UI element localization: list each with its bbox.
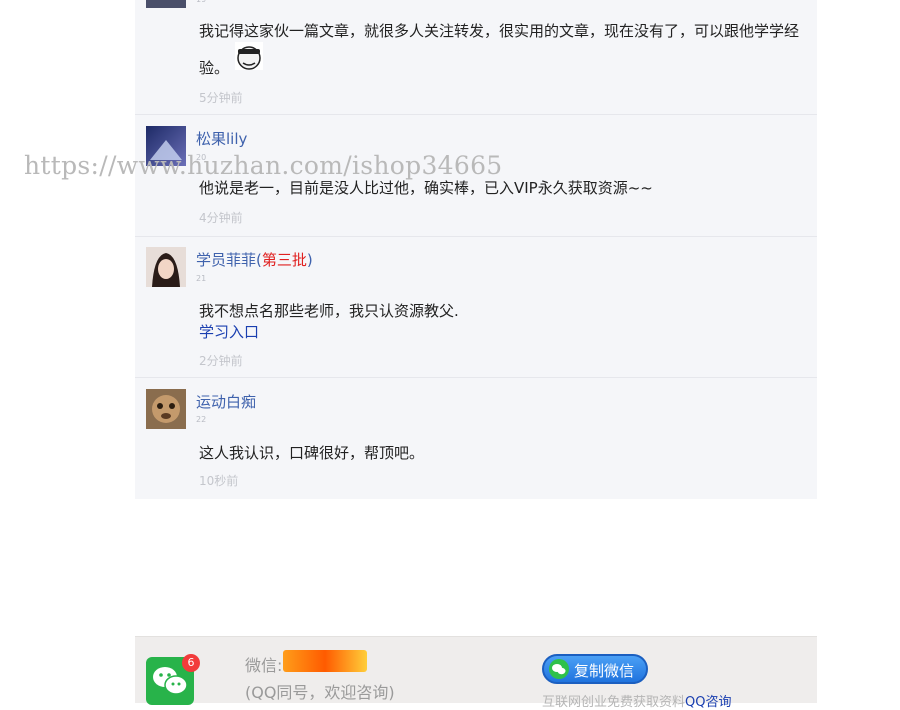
wechat-id-redacted xyxy=(283,650,367,672)
floor-number: 21 xyxy=(196,274,207,283)
comment-text: 我不想点名那些老师，我只认资源教父. xyxy=(199,302,459,320)
comment-time: 4分钟前 xyxy=(199,211,243,225)
comment-text: 我记得这家伙一篇文章，就很多人关注转发，很实用的文章，现在没有了，可以跟他学学经 xyxy=(199,22,800,40)
copy-wechat-button[interactable]: 复制微信 xyxy=(542,654,648,684)
promo-text: 互联网创业免费获取资料 xyxy=(542,695,686,710)
avatar[interactable] xyxy=(146,247,186,287)
sticker-emoji xyxy=(233,40,265,72)
watermark-url: https://www.huzhan.com/ishop34665 xyxy=(24,151,503,180)
avatar[interactable] xyxy=(146,0,186,8)
qq-consult-link[interactable]: QQ咨询 xyxy=(685,695,731,710)
comment-time: 5分钟前 xyxy=(199,91,243,105)
contact-footer: 6 微信: (QQ同号，欢迎咨询) 复制微信 互联网创业免费获取资料QQ咨询 xyxy=(135,636,817,710)
comment-text: 他说是老一，目前是没人比过他，确实棒，已入VIP永久获取资源~~ xyxy=(199,179,653,197)
comment-item: 19 我记得这家伙一篇文章，就很多人关注转发，很实用的文章，现在没有了，可以跟他… xyxy=(135,0,817,114)
comment-username[interactable]: 学员菲菲(第三批) xyxy=(196,249,313,270)
cohort-close-paren: ) xyxy=(306,251,313,269)
comment-list: 19 我记得这家伙一篇文章，就很多人关注转发，很实用的文章，现在没有了，可以跟他… xyxy=(135,0,817,499)
floor-number: 19 xyxy=(196,0,206,4)
learning-entry-link[interactable]: 学习入口 xyxy=(199,321,259,342)
avatar[interactable] xyxy=(146,389,186,429)
copy-wechat-label: 复制微信 xyxy=(574,662,635,680)
promo-line: 互联网创业免费获取资料QQ咨询 xyxy=(542,691,731,710)
wechat-subtitle: (QQ同号，欢迎咨询) xyxy=(245,683,395,702)
wechat-small-icon xyxy=(549,659,569,679)
comment-item: 学员菲菲(第三批) 21 我不想点名那些老师，我只认资源教父. 学习入口 2分钟… xyxy=(135,237,817,377)
wechat-label: 微信: xyxy=(245,656,283,675)
comment-time: 2分钟前 xyxy=(199,354,243,368)
comment-username[interactable]: 运动白痴 xyxy=(196,391,256,412)
cohort-tag: 第三批 xyxy=(261,251,307,269)
comment-item: 运动白痴 22 这人我认识，口碑很好，帮顶吧。 10秒前 xyxy=(135,378,817,499)
comment-time: 10秒前 xyxy=(199,474,239,488)
comment-text-line2: 验。 xyxy=(199,59,230,77)
notification-badge: 6 xyxy=(182,654,200,672)
comment-username[interactable]: 松果lily xyxy=(196,128,247,149)
floor-number: 22 xyxy=(196,415,207,424)
username-text: 学员菲菲 xyxy=(196,251,257,269)
comment-text: 这人我认识，口碑很好，帮顶吧。 xyxy=(199,444,425,462)
